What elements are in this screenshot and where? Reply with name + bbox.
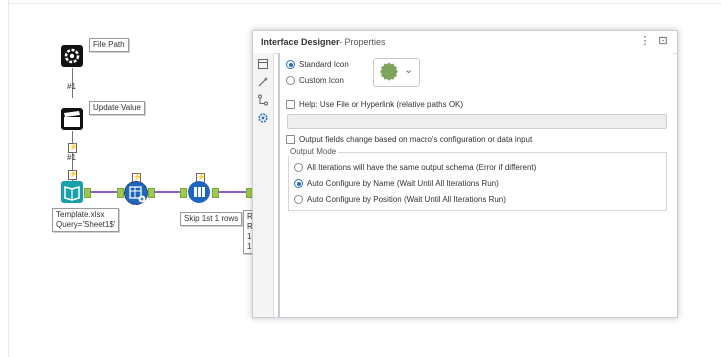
standard-icon-label: Standard Icon — [299, 60, 349, 69]
panel-side-toolbar — [253, 53, 274, 317]
custom-icon-label: Custom Icon — [299, 76, 344, 85]
truncated-line: 1 — [247, 232, 252, 241]
pin-icon[interactable]: ⊡ — [656, 34, 670, 48]
output-anchor[interactable] — [212, 188, 219, 198]
standard-icon-radio[interactable] — [286, 60, 295, 69]
output-mode-title: Output Mode — [288, 147, 339, 156]
output-anchor[interactable] — [148, 188, 155, 198]
input-tool-label: Template.xlsx Query='Sheet1$' — [52, 208, 120, 232]
truncated-line: 1 — [247, 242, 252, 251]
input-anchor[interactable] — [117, 188, 124, 198]
connection-line — [218, 191, 246, 193]
panel-title: Interface Designer — [261, 37, 340, 47]
output-fields-checkbox[interactable] — [286, 135, 295, 144]
update-value-tool[interactable] — [61, 108, 83, 130]
wand-icon[interactable] — [257, 76, 269, 88]
bolt-icon: ⚡ — [68, 143, 78, 153]
input-query: Query='Sheet1$' — [56, 220, 116, 229]
output-anchor[interactable] — [84, 188, 91, 198]
truncated-line: R — [247, 222, 253, 231]
help-hyperlink-input[interactable] — [287, 114, 667, 129]
more-options-icon[interactable]: ⋮ — [638, 34, 652, 48]
panel-subtitle: - Properties — [339, 37, 386, 47]
connection-line — [90, 191, 117, 193]
connection-count-label: #1 — [67, 153, 76, 162]
properties-content: Standard Icon Custom Icon ⌄ Help: Use Fi… — [278, 53, 673, 317]
update-value-label: Update Value — [89, 101, 145, 115]
connection-line — [154, 191, 180, 193]
output-mode-by-position-radio[interactable] — [294, 195, 303, 204]
file-path-tool[interactable] — [61, 45, 83, 67]
output-mode-same-schema-label: All Iterations will have the same output… — [307, 163, 537, 172]
gear-icon[interactable] — [257, 112, 269, 124]
chevron-down-icon: ⌄ — [404, 64, 414, 76]
canvas-top-border — [8, 3, 721, 4]
panel-header: Interface Designer - Properties ⋮ ⊡ — [253, 31, 677, 54]
input-file-name: Template.xlsx — [56, 210, 105, 219]
table-plus-icon — [129, 186, 146, 203]
tree-icon[interactable] — [257, 94, 269, 106]
connection-count-label: #1 — [67, 82, 76, 91]
truncated-line: R — [247, 212, 253, 221]
bolt-icon: ⚡ — [68, 170, 78, 180]
skip-rows-label: Skip 1st 1 rows — [180, 212, 243, 226]
input-tool[interactable] — [61, 181, 83, 203]
custom-icon-radio[interactable] — [286, 76, 295, 85]
clapper-icon — [64, 111, 80, 127]
output-mode-by-position-label: Auto Configure by Position (Wait Until A… — [307, 195, 506, 204]
canvas-left-border — [8, 0, 9, 357]
output-fields-label: Output fields change based on macro's co… — [299, 135, 533, 144]
dynamic-input-tool[interactable] — [124, 181, 148, 205]
interface-designer-panel: Interface Designer - Properties ⋮ ⊡ Stan… — [252, 30, 678, 318]
output-mode-by-name-radio[interactable] — [294, 179, 303, 188]
output-mode-by-name-label: Auto Configure by Name (Wait Until All I… — [307, 179, 499, 188]
icon-picker-dropdown[interactable]: ⌄ — [373, 58, 420, 87]
layout-icon[interactable] — [257, 58, 269, 70]
icon-swatch — [380, 62, 398, 81]
output-mode-same-schema-radio[interactable] — [294, 163, 303, 172]
skip-rows-tool[interactable] — [188, 181, 210, 203]
book-icon — [64, 186, 80, 201]
input-anchor[interactable] — [180, 188, 187, 198]
help-label: Help: Use File or Hyperlink (relative pa… — [299, 100, 464, 109]
gear-icon — [64, 48, 80, 64]
file-path-label: File Path — [89, 38, 129, 52]
help-checkbox[interactable] — [286, 100, 295, 109]
sample-icon — [194, 187, 205, 197]
